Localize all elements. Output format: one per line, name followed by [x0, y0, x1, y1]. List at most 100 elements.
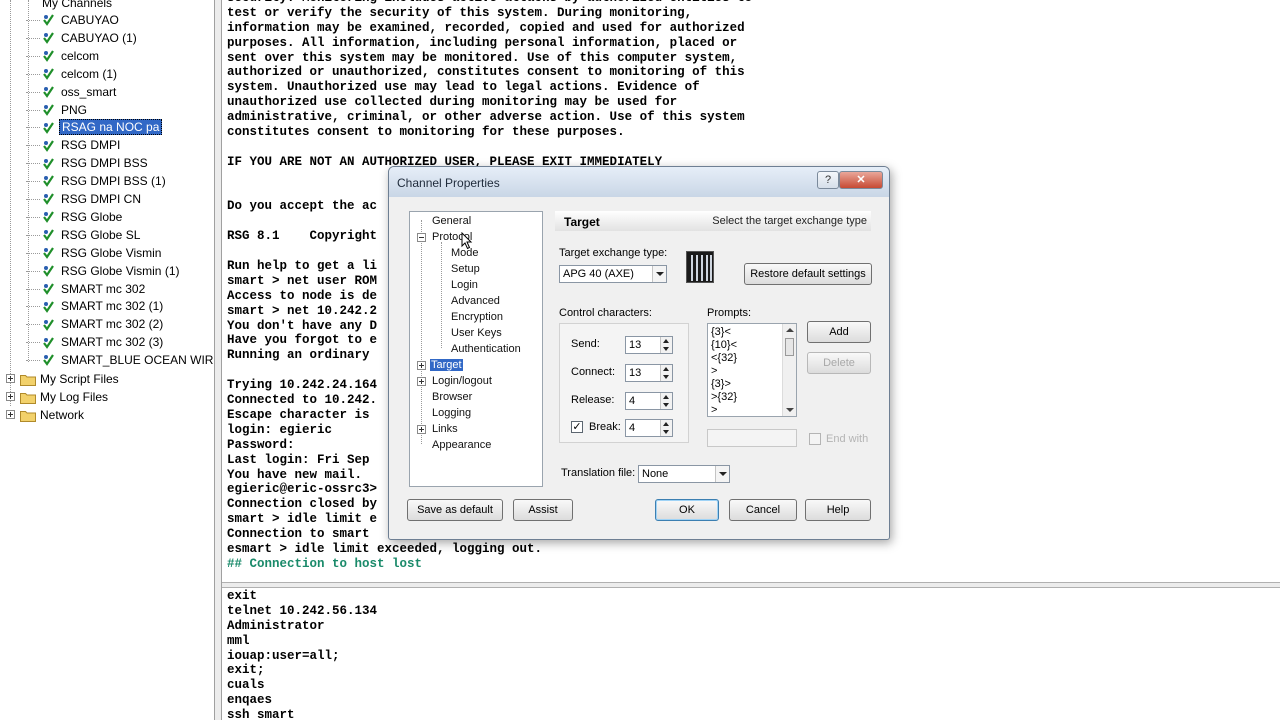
nav-item-setup[interactable]: Setup [451, 262, 480, 277]
channel-icon [42, 246, 55, 259]
tree-item-channel[interactable]: SMART mc 302 [26, 280, 147, 298]
nav-item-browser[interactable]: Browser [432, 390, 472, 405]
tree-folder[interactable]: Network [6, 406, 84, 424]
tree-item-label: SMART mc 302 (3) [61, 335, 164, 350]
tree-folder[interactable]: My Script Files [6, 370, 119, 388]
tree-item-channel[interactable]: CABUYAO (1) [26, 29, 139, 47]
tree-item-label: RSG DMPI BSS [61, 156, 148, 171]
tree-item-channel[interactable]: RSAG na NOC pa [26, 118, 163, 136]
collapse-icon[interactable] [417, 233, 426, 242]
break-checkbox[interactable]: ✓ [571, 421, 583, 433]
connect-spinner[interactable]: 13 [625, 364, 673, 382]
tree-item-channel[interactable]: oss_smart [26, 83, 118, 101]
connect-label: Connect: [571, 366, 616, 378]
nav-item-login[interactable]: Login [451, 278, 478, 293]
spinner-arrows-icon[interactable] [660, 337, 672, 353]
chevron-down-icon [715, 466, 729, 482]
tree-item-channel[interactable]: celcom [26, 47, 101, 65]
terminal-line: sent over this system may be monitored. … [227, 50, 738, 65]
end-with-checkbox[interactable] [809, 433, 821, 445]
expand-icon[interactable] [417, 377, 426, 386]
nav-item-advanced[interactable]: Advanced [451, 294, 500, 309]
pane-splitter[interactable] [214, 0, 222, 720]
prompt-input[interactable] [707, 429, 797, 447]
tree-item-label: PNG [61, 102, 88, 117]
channel-icon [42, 264, 55, 277]
delete-prompt-button[interactable]: Delete [807, 352, 871, 374]
break-spinner[interactable]: 4 [625, 419, 673, 437]
scroll-down-icon[interactable] [786, 408, 794, 412]
scroll-up-icon[interactable] [786, 328, 794, 332]
help-icon[interactable]: ? [817, 171, 839, 189]
list-item[interactable]: >{32} [711, 391, 737, 404]
list-item[interactable]: {3}> [711, 378, 731, 391]
ok-button[interactable]: OK [655, 499, 719, 521]
tree-item-channel[interactable]: RSG DMPI [26, 136, 122, 154]
translation-file-value: None [642, 468, 669, 480]
close-icon[interactable]: ✕ [839, 171, 883, 189]
nav-item-target[interactable]: Target [430, 358, 463, 373]
prompts-list[interactable]: {3}< {10}< <{32} > {3}> >{32} > [707, 323, 797, 417]
assist-button[interactable]: Assist [513, 499, 573, 521]
tree-item-label: SMART mc 302 (2) [61, 317, 164, 332]
tree-item-channel[interactable]: RSG Globe Vismin [26, 244, 163, 262]
release-spinner[interactable]: 4 [625, 392, 673, 410]
scroll-thumb[interactable] [785, 338, 794, 356]
exchange-type-select[interactable]: APG 40 (AXE) [559, 265, 667, 283]
expand-icon[interactable] [6, 410, 15, 420]
list-item[interactable]: {3}< [711, 326, 731, 339]
channel-tree: My Channels CABUYAO CABUYAO (1) celcom celco… [0, 0, 214, 720]
tree-item-channel[interactable]: SMART_BLUE OCEAN WIRELESS [26, 351, 214, 369]
expand-icon[interactable] [6, 374, 15, 384]
tree-item-channel[interactable]: PNG [26, 101, 89, 119]
tree-item-channel[interactable]: celcom (1) [26, 65, 119, 83]
tree-item-channel[interactable]: RSG DMPI BSS [26, 154, 150, 172]
tree-item-channel[interactable]: CABUYAO [26, 11, 121, 29]
tree-item-channel[interactable]: RSG DMPI CN [26, 190, 143, 208]
channel-icon [42, 157, 55, 170]
exchange-type-value: APG 40 (AXE) [563, 268, 634, 280]
properties-nav-tree: General Protocol Mode Setup Login Advanc… [409, 211, 543, 487]
tree-item-label: RSAG na NOC pa [59, 119, 163, 136]
expand-icon[interactable] [417, 425, 426, 434]
translation-file-select[interactable]: None [638, 465, 730, 483]
save-as-default-button[interactable]: Save as default [407, 499, 503, 521]
tree-folder[interactable]: My Log Files [6, 388, 108, 406]
expand-icon[interactable] [417, 361, 426, 370]
cancel-button[interactable]: Cancel [729, 499, 797, 521]
nav-item-authentication[interactable]: Authentication [451, 342, 521, 357]
add-prompt-button[interactable]: Add [807, 321, 871, 343]
spinner-arrows-icon[interactable] [660, 365, 672, 381]
nav-item-encryption[interactable]: Encryption [451, 310, 503, 325]
nav-item-logging[interactable]: Logging [432, 406, 471, 421]
history-line: enqaes [227, 693, 273, 708]
tree-item-channel[interactable]: RSG DMPI BSS (1) [26, 172, 168, 190]
send-spinner[interactable]: 13 [625, 336, 673, 354]
spinner-arrows-icon[interactable] [660, 420, 672, 436]
nav-item-links[interactable]: Links [432, 422, 458, 437]
list-item[interactable]: <{32} [711, 352, 737, 365]
section-description: Select the target exchange type [712, 215, 867, 227]
tree-item-channel[interactable]: SMART mc 302 (3) [26, 333, 165, 351]
tree-item-channel[interactable]: SMART mc 302 (2) [26, 315, 165, 333]
prompts-scrollbar[interactable] [782, 324, 796, 416]
tree-item-channel[interactable]: SMART mc 302 (1) [26, 297, 165, 315]
list-item[interactable]: > [711, 365, 717, 378]
command-history[interactable]: exit telnet 10.242.56.134 Administrator mml… [222, 588, 1280, 720]
mouse-cursor-icon [461, 232, 473, 250]
tree-item-channel[interactable]: RSG Globe SL [26, 226, 142, 244]
tree-item-channel[interactable]: RSG Globe [26, 208, 124, 226]
tree-item-channel[interactable]: RSG Globe Vismin (1) [26, 262, 181, 280]
nav-item-appearance[interactable]: Appearance [432, 438, 491, 453]
nav-item-login-logout[interactable]: Login/logout [432, 374, 492, 389]
list-item[interactable]: > [711, 404, 717, 416]
expand-icon[interactable] [6, 392, 15, 402]
dialog-titlebar[interactable]: Channel Properties ? ✕ [389, 167, 889, 197]
nav-item-user-keys[interactable]: User Keys [451, 326, 502, 341]
help-button[interactable]: Help [805, 499, 871, 521]
nav-item-general[interactable]: General [432, 214, 471, 229]
restore-defaults-button[interactable]: Restore default settings [744, 263, 872, 285]
list-item[interactable]: {10}< [711, 339, 737, 352]
spinner-arrows-icon[interactable] [660, 393, 672, 409]
